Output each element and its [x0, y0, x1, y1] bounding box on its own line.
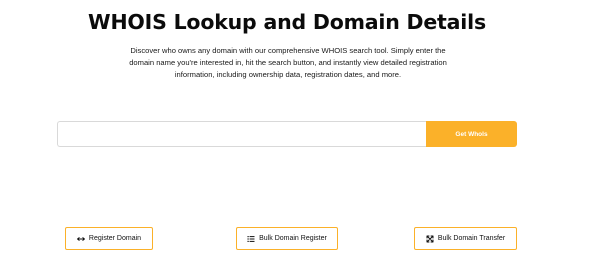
arrows-cross-icon: [426, 235, 434, 243]
bulk-domain-register-button[interactable]: Bulk Domain Register: [236, 227, 338, 250]
domain-search-input[interactable]: [57, 121, 426, 147]
list-icon: [247, 235, 255, 243]
whois-search-bar: Get WhoIs: [57, 121, 517, 147]
bulk-domain-register-label: Bulk Domain Register: [259, 235, 327, 242]
get-whois-button[interactable]: Get WhoIs: [426, 121, 517, 147]
page-description: Discover who owns any domain with our co…: [129, 46, 447, 79]
bulk-domain-transfer-button[interactable]: Bulk Domain Transfer: [414, 227, 517, 250]
bulk-domain-transfer-label: Bulk Domain Transfer: [437, 235, 506, 242]
arrows-horizontal-icon: [76, 235, 85, 243]
register-domain-button[interactable]: Register Domain: [65, 227, 153, 250]
register-domain-label: Register Domain: [88, 235, 142, 242]
page-title: WHOIS Lookup and Domain Details: [88, 10, 486, 34]
